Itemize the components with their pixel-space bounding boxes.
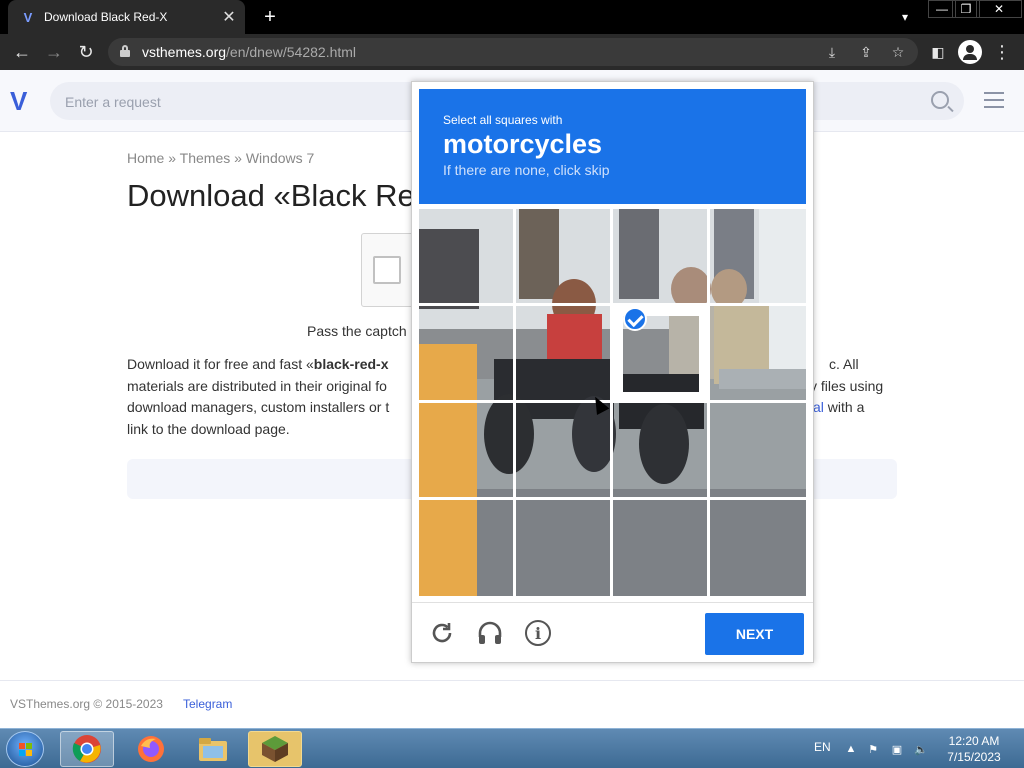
site-favicon-icon: V [23,9,33,25]
challenge-tile[interactable] [516,209,610,303]
challenge-footer: i NEXT [412,602,813,662]
tab-title: Download Black Red-X [44,10,168,24]
volume-muted-icon[interactable]: 🔈 [914,742,928,756]
back-arrow-icon[interactable]: ← [10,40,34,64]
copyright-text: VSThemes.org © 2015-2023 [10,697,163,711]
address-bar[interactable]: vsthemes.org/en/dnew/54282.html ⤓ ⇪ ☆ [108,38,918,66]
new-tab-button[interactable]: + [256,4,284,30]
search-icon[interactable] [931,91,949,109]
challenge-tile[interactable] [419,209,513,303]
recaptcha-challenge-dialog: Select all squares with motorcycles If t… [411,81,814,663]
challenge-tile[interactable] [710,209,804,303]
taskbar-chrome-icon[interactable] [60,731,114,767]
info-help-icon[interactable]: i [524,619,552,647]
lock-icon[interactable] [120,45,130,57]
windows-taskbar: EN ▲ ⚑ ▣ 🔈 12:20 AM 7/15/2023 [0,728,1024,768]
windows-logo-icon [19,743,33,757]
clock-time: 12:20 AM [948,734,1000,748]
tile-checkmark-icon [623,307,647,331]
page-title: Download «Black Re [127,178,415,213]
tab-close-icon[interactable]: ✕ [217,5,241,29]
start-button[interactable] [6,731,44,767]
challenge-skip-hint: If there are none, click skip [443,162,610,178]
taskbar-firefox-icon[interactable] [124,731,178,767]
browser-tab-strip: V Download Black Red-X ✕ + ▾ — ❐ ✕ [0,0,1024,34]
language-indicator[interactable]: EN [814,740,831,754]
hamburger-menu-icon[interactable] [984,92,1004,108]
pass-captcha-text: Pass the captch [307,323,407,339]
audio-challenge-headphones-icon[interactable] [476,619,504,647]
forward-arrow-icon[interactable]: → [42,40,66,64]
taskbar-minecraft-icon[interactable] [248,731,302,767]
taskbar-file-explorer-icon[interactable] [186,731,240,767]
network-icon[interactable]: ▣ [890,742,904,756]
share-icon[interactable]: ⇪ [856,42,876,62]
telegram-link[interactable]: Telegram [183,697,232,711]
reload-challenge-icon[interactable] [428,619,456,647]
challenge-instruction: Select all squares with [443,113,563,127]
profile-avatar-icon[interactable] [958,40,982,64]
challenge-tile[interactable] [419,500,513,594]
install-app-icon[interactable]: ⤓ [822,42,842,62]
browser-tab-active[interactable]: V Download Black Red-X ✕ [8,0,245,34]
challenge-object: motorcycles [443,129,603,159]
show-hidden-icons-chevron-icon[interactable]: ▲ [844,742,858,756]
next-button[interactable]: NEXT [705,613,804,655]
challenge-header: Select all squares with motorcycles If t… [419,89,806,204]
breadcrumb: Home » Themes » Windows 7 [127,150,315,166]
challenge-tile[interactable] [710,306,804,400]
side-panel-icon[interactable]: ◧ [926,40,950,64]
vsthemes-logo-icon[interactable]: V [10,88,27,114]
challenge-tile[interactable] [419,403,513,497]
challenge-tile[interactable] [516,403,610,497]
bookmark-star-icon[interactable]: ☆ [888,42,908,62]
clock-date: 7/15/2023 [947,750,1001,764]
challenge-tile[interactable] [419,306,513,400]
challenge-tile[interactable] [710,500,804,594]
site-footer: VSThemes.org © 2015-2023 Telegram [0,680,1024,728]
tab-search-chevron-icon[interactable]: ▾ [894,6,916,28]
more-menu-icon[interactable]: ⋮ [990,40,1014,64]
recaptcha-checkbox[interactable] [373,256,401,284]
challenge-tile[interactable] [613,500,707,594]
url-text[interactable]: vsthemes.org/en/dnew/54282.html [142,44,356,60]
challenge-tile[interactable] [516,306,610,400]
description-link[interactable]: al [813,399,824,415]
action-center-flag-icon[interactable]: ⚑ [866,742,880,756]
browser-toolbar: ← → ↻ vsthemes.org/en/dnew/54282.html ⤓ … [0,34,1024,70]
reload-icon[interactable]: ↻ [74,40,98,64]
breadcrumb-home[interactable]: Home [127,150,164,166]
breadcrumb-themes[interactable]: Themes [180,150,231,166]
breadcrumb-windows7[interactable]: Windows 7 [246,150,314,166]
search-placeholder: Enter a request [65,94,161,110]
window-close-button[interactable]: ✕ [976,0,1022,18]
challenge-image-grid [419,209,806,596]
challenge-tile[interactable] [710,403,804,497]
challenge-tile[interactable] [613,209,707,303]
challenge-tile[interactable] [516,500,610,594]
system-clock[interactable]: 12:20 AM 7/15/2023 [938,733,1010,765]
challenge-tile[interactable] [613,403,707,497]
